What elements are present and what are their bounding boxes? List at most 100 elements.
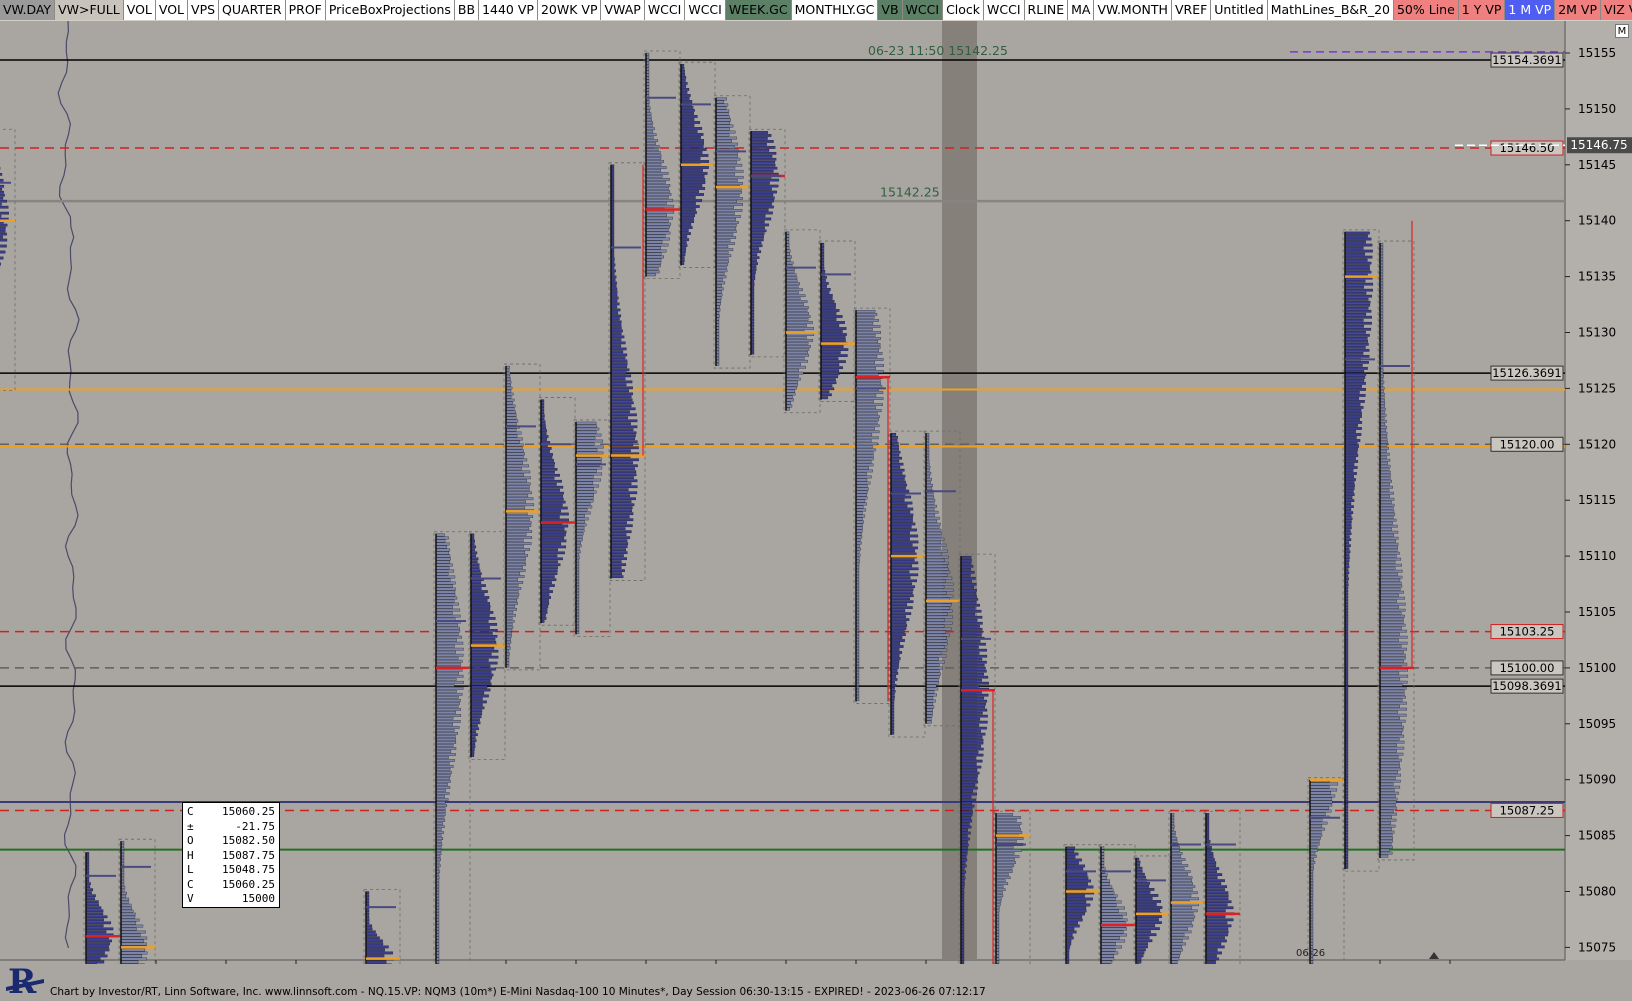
toolbar-button-27[interactable]: 1 Y VP — [1458, 0, 1506, 20]
y-axis-tick-label: 15085 — [1578, 829, 1616, 843]
profile-bar — [645, 240, 663, 244]
profile-bar — [1379, 848, 1390, 852]
profile-bar — [505, 455, 524, 459]
toolbar-button-0[interactable]: VW.DAY — [0, 0, 56, 20]
profile-bar — [1344, 261, 1372, 265]
profile-bar — [925, 561, 949, 565]
profile-bar — [820, 282, 829, 285]
profile-bar — [960, 726, 987, 730]
profile-bar — [680, 91, 688, 94]
profile-bar — [1344, 231, 1370, 235]
profile-bar — [960, 732, 986, 736]
toolbar-button-30[interactable]: VIZ VP — [1601, 0, 1632, 20]
profile-bar — [960, 741, 984, 745]
profile-bar — [1065, 882, 1088, 886]
profile-bar — [960, 837, 970, 841]
toolbar-button-18[interactable]: Clock — [943, 0, 985, 20]
profile-bar — [715, 112, 729, 116]
profile-bar — [470, 557, 479, 561]
profile-bar — [0, 172, 3, 176]
toolbar-button-1[interactable]: VW>FULL — [55, 0, 124, 20]
toolbar-button-6[interactable]: PROF — [285, 0, 326, 20]
profile-bar — [540, 462, 555, 465]
toolbar-button-11[interactable]: VWAP — [601, 0, 645, 20]
profile-bar — [715, 97, 727, 101]
profile-bar — [1135, 948, 1146, 952]
profile-bar — [1379, 737, 1400, 741]
profile-bar — [855, 436, 879, 440]
toolbar-button-5[interactable]: QUARTER — [219, 0, 286, 20]
toolbar-button-7[interactable]: PriceBoxProjections — [325, 0, 455, 20]
profile-bar — [505, 506, 526, 510]
profile-bar — [610, 569, 625, 573]
profile-bar — [785, 288, 803, 292]
toolbar-button-14[interactable]: WEEK.GC — [725, 0, 792, 20]
toolbar-button-8[interactable]: BB — [454, 0, 480, 20]
profile-bar — [960, 558, 972, 562]
toolbar-button-20[interactable]: RLINE — [1024, 0, 1069, 20]
profile-bar — [610, 467, 635, 471]
profile-bar — [1379, 722, 1402, 726]
toolbar-button-9[interactable]: 1440 VP — [479, 0, 538, 20]
toolbar-button-15[interactable]: MONTHLY.GC — [791, 0, 879, 20]
profile-bar — [890, 513, 914, 517]
toolbar-button-29[interactable]: 2M VP — [1555, 0, 1602, 20]
profile-bar — [1344, 255, 1373, 259]
toolbar-button-3[interactable]: VOL — [155, 0, 189, 20]
profile-bar — [435, 825, 445, 828]
profile-bar — [960, 816, 972, 820]
profile-bar — [715, 260, 729, 264]
profile-bar — [855, 382, 881, 385]
toolbar-button-22[interactable]: VW.MONTH — [1094, 0, 1172, 20]
profile-bar — [470, 667, 496, 671]
profile-bar — [610, 284, 617, 288]
profile-bar — [1379, 767, 1401, 771]
toolbar-button-21[interactable]: MA — [1068, 0, 1095, 20]
profile-bar — [645, 249, 667, 253]
profile-bar — [680, 241, 687, 244]
profile-bar — [680, 115, 698, 118]
toolbar-button-17[interactable]: WCCI — [902, 0, 944, 20]
profile-bar — [1135, 894, 1159, 897]
toolbar-button-28[interactable]: 1 M VP — [1505, 0, 1556, 20]
toolbar-button-12[interactable]: WCCI — [644, 0, 686, 20]
profile-bar — [1379, 551, 1400, 555]
toolbar-button-24[interactable]: Untitled — [1211, 0, 1268, 20]
toolbar-button-2[interactable]: VOL — [123, 0, 156, 20]
profile-bar — [715, 293, 723, 297]
toolbar-button-26[interactable]: 50% Line — [1393, 0, 1459, 20]
profile-bar — [1100, 912, 1127, 916]
profile-bar — [855, 322, 874, 325]
profile-bar — [435, 686, 464, 690]
profile-bar — [890, 510, 911, 514]
profile-bar — [505, 590, 519, 593]
profile-bar — [505, 604, 516, 608]
toolbar-button-13[interactable]: WCCI — [685, 0, 726, 20]
profile-bar — [540, 432, 547, 435]
toolbar-button-23[interactable]: VREF — [1171, 0, 1212, 20]
profile-bar — [1379, 818, 1397, 822]
toolbar-button-10[interactable]: 20WK VP — [537, 0, 602, 20]
toolbar-button-16[interactable]: VB — [878, 0, 903, 20]
profile-bar — [85, 906, 102, 910]
profile-bar — [85, 927, 114, 931]
profile-bar — [1065, 849, 1075, 853]
profile-bar — [435, 629, 461, 633]
profile-bar — [1379, 809, 1394, 813]
profile-bar — [1379, 548, 1398, 552]
toolbar-button-25[interactable]: MathLines_B&R_20 — [1267, 0, 1394, 20]
profile-bar — [1205, 903, 1228, 907]
profile-bar — [820, 327, 847, 330]
ohlc-value: 15087.75 — [222, 848, 275, 862]
profile-bar — [470, 605, 491, 608]
profile-bar — [1379, 830, 1395, 834]
profile-bar — [1170, 882, 1193, 886]
toolbar-button-4[interactable]: VPS — [188, 0, 220, 20]
toolbar-button-19[interactable]: WCCI — [984, 0, 1025, 20]
profile-bar — [960, 696, 985, 700]
profile-bar — [960, 822, 970, 826]
profile-bar — [1344, 436, 1357, 439]
ohlc-key: H — [187, 848, 194, 862]
profile-bar — [1170, 888, 1193, 892]
m-button[interactable]: M — [1615, 24, 1629, 38]
